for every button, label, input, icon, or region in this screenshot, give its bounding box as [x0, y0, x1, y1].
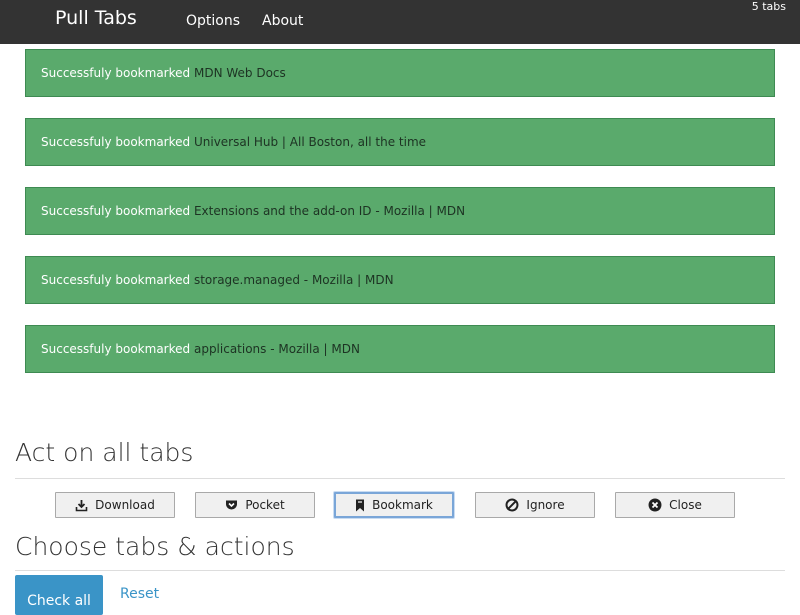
alert-title: applications - Mozilla | MDN: [193, 342, 360, 356]
navbar: Pull Tabs Options About 5 tabs: [0, 0, 800, 44]
download-button[interactable]: Download: [55, 492, 175, 518]
alert-title: Extensions and the add-on ID - Mozilla |…: [193, 204, 466, 218]
close-icon: [648, 498, 662, 512]
alert-title: storage.managed - Mozilla | MDN: [193, 273, 394, 287]
divider: [15, 478, 785, 479]
alert-success: Successfuly bookmarked MDN Web Docs: [25, 49, 775, 97]
alert-status: Successfuly bookmarked: [41, 204, 191, 218]
nav-options-link[interactable]: Options: [186, 13, 240, 29]
ignore-label: Ignore: [526, 498, 565, 512]
pocket-button[interactable]: Pocket: [195, 492, 315, 518]
choose-heading: Choose tabs & actions: [15, 532, 295, 561]
bookmark-button[interactable]: Bookmark: [334, 492, 454, 518]
alert-success: Successfuly bookmarked Universal Hub | A…: [25, 118, 775, 166]
alert-title: MDN Web Docs: [193, 66, 286, 80]
alert-success: Successfuly bookmarked applications - Mo…: [25, 325, 775, 373]
alert-status: Successfuly bookmarked: [41, 342, 191, 356]
nav-about-link[interactable]: About: [262, 13, 303, 29]
check-all-button[interactable]: Check all: [15, 575, 103, 615]
bookmark-icon: [356, 499, 365, 511]
alert-success: Successfuly bookmarked Extensions and th…: [25, 187, 775, 235]
close-label: Close: [669, 498, 702, 512]
ignore-button[interactable]: Ignore: [475, 492, 595, 518]
divider: [15, 570, 785, 571]
download-icon: [75, 499, 88, 511]
bookmark-label: Bookmark: [372, 498, 433, 512]
tab-count: 5 tabs: [751, 0, 786, 13]
pocket-icon: [226, 500, 238, 510]
pocket-label: Pocket: [245, 498, 285, 512]
brand-link[interactable]: Pull Tabs: [55, 7, 137, 29]
alert-status: Successfuly bookmarked: [41, 66, 191, 80]
alert-success: Successfuly bookmarked storage.managed -…: [25, 256, 775, 304]
reset-link[interactable]: Reset: [120, 586, 159, 602]
act-heading: Act on all tabs: [15, 438, 194, 467]
ignore-icon: [505, 498, 519, 512]
alert-status: Successfuly bookmarked: [41, 273, 191, 287]
alert-status: Successfuly bookmarked: [41, 135, 191, 149]
alert-title: Universal Hub | All Boston, all the time: [193, 135, 427, 149]
close-button[interactable]: Close: [615, 492, 735, 518]
download-label: Download: [95, 498, 155, 512]
